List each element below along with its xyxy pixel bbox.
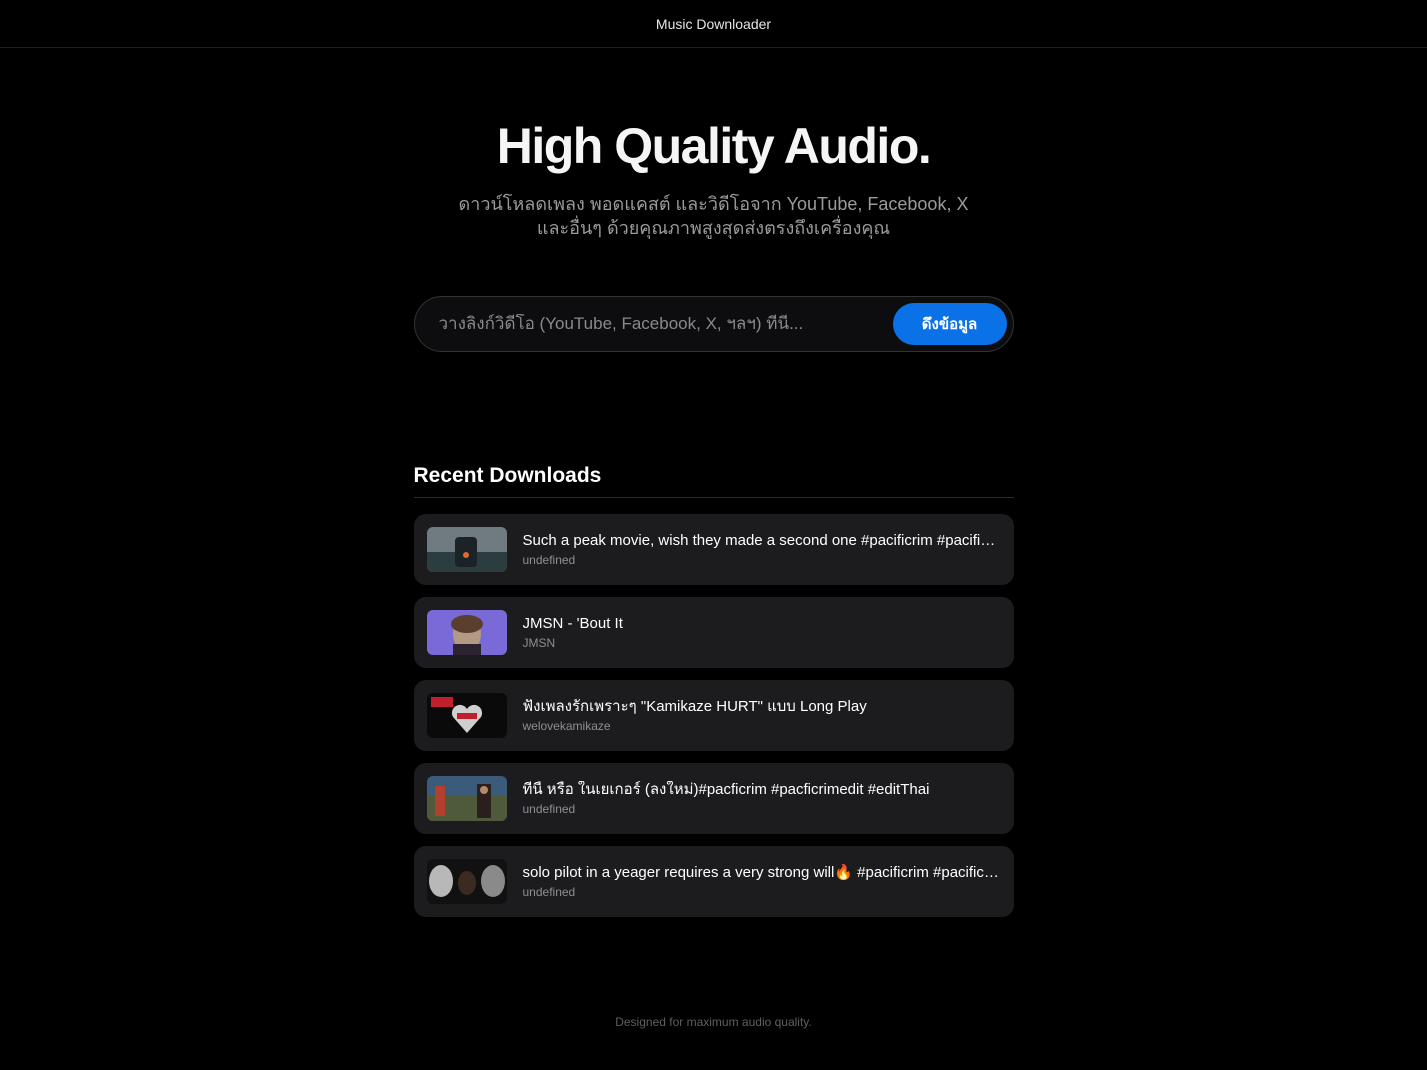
item-channel: undefined: [522, 553, 576, 567]
fetch-button[interactable]: ดึงข้อมูล: [892, 303, 1007, 345]
hero-title: High Quality Audio.: [496, 118, 932, 174]
item-title: solo pilot in a yeager requires a very s…: [522, 864, 1001, 881]
item-title: ฟังเพลงรักเพราะๆ "Kamikaze HURT" แบบ Lon…: [522, 698, 867, 715]
recent-list: Such a peak movie, wish they made a seco…: [413, 514, 1014, 917]
url-input[interactable]: [438, 314, 893, 334]
download-item[interactable]: ที่นี้ หรือ ในเยเกอร์ (ลงใหม่)#pacficrim…: [413, 763, 1014, 834]
item-channel: undefined: [522, 802, 576, 816]
video-thumbnail: [426, 693, 507, 738]
item-title: ที่นี้ หรือ ในเยเกอร์ (ลงใหม่)#pacficrim…: [522, 781, 930, 798]
video-thumbnail: [426, 859, 507, 904]
item-title: JMSN - 'Bout It: [522, 615, 623, 632]
item-title: Such a peak movie, wish they made a seco…: [522, 532, 1001, 549]
recent-downloads-heading: Recent Downloads: [413, 464, 1014, 498]
video-thumbnail: [426, 610, 507, 655]
item-channel: undefined: [522, 885, 576, 899]
download-item[interactable]: Such a peak movie, wish they made a seco…: [413, 514, 1014, 585]
download-item[interactable]: solo pilot in a yeager requires a very s…: [413, 846, 1014, 917]
item-channel: welovekamikaze: [522, 719, 611, 733]
app-title: Music Downloader: [655, 15, 772, 32]
hero-subtitle: ดาวน์โหลดเพลง พอดแคสต์ และวิดีโอจาก YouT…: [458, 194, 969, 238]
download-item[interactable]: JMSN - 'Bout It JMSN: [413, 597, 1014, 668]
top-bar: Music Downloader: [0, 0, 1427, 48]
item-channel: JMSN: [522, 636, 556, 650]
footer-text: Designed for maximum audio quality.: [615, 1015, 812, 1029]
video-thumbnail: [426, 776, 507, 821]
video-thumbnail: [426, 527, 507, 572]
search-bar: ดึงข้อมูล: [413, 296, 1014, 352]
download-item[interactable]: ฟังเพลงรักเพราะๆ "Kamikaze HURT" แบบ Lon…: [413, 680, 1014, 751]
hero: High Quality Audio. ดาวน์โหลดเพลง พอดแคส…: [0, 118, 1427, 240]
recent-downloads: Recent Downloads Such a peak movie, wish…: [413, 464, 1014, 917]
